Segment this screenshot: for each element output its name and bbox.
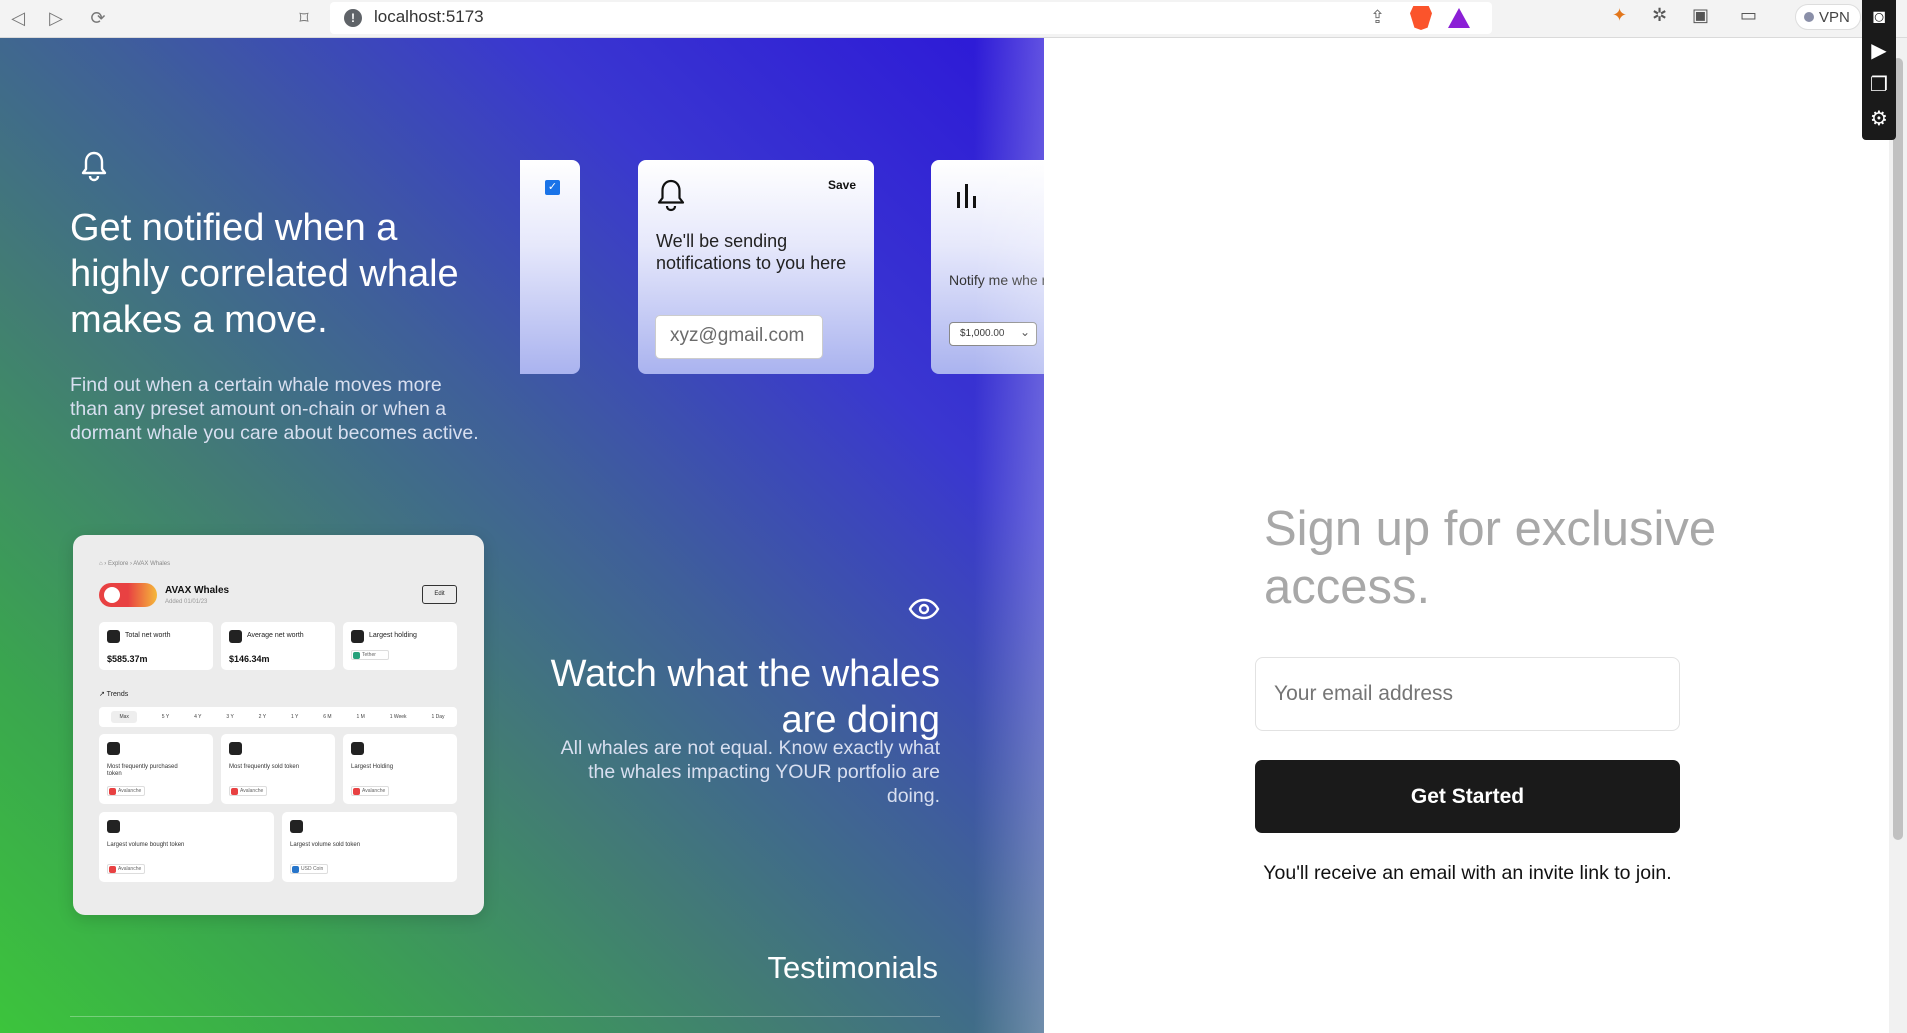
dashboard-subtitle: Added 01/01/23	[165, 599, 208, 605]
notification-text: We'll be sending notifications to you he…	[656, 231, 847, 273]
stat-card: Average net worth $146.34m	[221, 622, 335, 670]
notify-heading: Get notified when a highly correlated wh…	[70, 207, 459, 341]
back-icon[interactable]: ◁	[4, 4, 32, 32]
tile-tag: Avalanche	[107, 864, 145, 874]
gear-icon[interactable]: ⚙	[1862, 102, 1896, 136]
dashboard-title: AVAX Whales	[165, 585, 230, 596]
range-tab[interactable]: 1 Week	[390, 714, 407, 720]
camera-icon[interactable]: ◙	[1862, 0, 1896, 34]
stat-card: Total net worth $585.37m	[99, 622, 213, 670]
range-tab[interactable]: Max	[111, 711, 137, 723]
bell-icon	[657, 179, 685, 212]
tag-icon	[290, 820, 303, 833]
stat-tag: Tether	[351, 650, 389, 660]
address-bar[interactable]: ! localhost:5173 ⇪	[330, 2, 1492, 34]
range-tab[interactable]: 1 Day	[431, 714, 444, 720]
time-range-tabs: Max 5 Y 4 Y 3 Y 2 Y 1 Y 6 M 1 M 1 Week 1…	[99, 707, 457, 727]
breadcrumb: ⌂ › Explore › AVAX Whales	[99, 561, 171, 567]
brave-rewards-icon[interactable]	[1448, 8, 1470, 28]
stat-label: Total net worth	[125, 632, 171, 639]
site-info-icon[interactable]: !	[344, 9, 362, 27]
cart-icon	[107, 820, 120, 833]
watch-description: All whales are not equal. Know exactly w…	[560, 737, 940, 807]
sidebar-icon[interactable]: ▣	[1692, 5, 1709, 26]
trends-label: ↗ Trends	[99, 691, 129, 698]
save-button[interactable]: Save	[828, 178, 856, 192]
clock-icon	[107, 630, 120, 643]
range-tab[interactable]: 3 Y	[226, 714, 233, 720]
stat-label: Average net worth	[247, 632, 304, 639]
tile-label: Largest volume bought token	[107, 842, 185, 848]
range-tab[interactable]: 1 Y	[291, 714, 298, 720]
vpn-status-icon	[1804, 12, 1814, 22]
tile-tag: Avalanche	[351, 786, 389, 796]
windows-icon[interactable]: ❐	[1862, 68, 1896, 102]
panel-edge-fade	[974, 38, 1044, 1033]
page-scrollbar[interactable]	[1889, 38, 1907, 1033]
range-tab[interactable]: 1 M	[356, 714, 364, 720]
token-tile: Most frequently sold token Avalanche	[221, 734, 335, 804]
tile-tag: Avalanche	[229, 786, 267, 796]
reload-icon[interactable]: ⟳	[84, 4, 112, 32]
token-tile: Largest Holding Avalanche	[343, 734, 457, 804]
forward-icon[interactable]: ▷	[42, 4, 70, 32]
token-tile: Largest volume sold token USD Coin	[282, 812, 457, 882]
range-tab[interactable]: 6 M	[323, 714, 331, 720]
tile-label: Largest volume sold token	[290, 842, 361, 848]
tile-label: Largest Holding	[351, 764, 394, 770]
bookmark-icon[interactable]: ⌑	[290, 4, 318, 32]
range-tab[interactable]: 5 Y	[162, 714, 169, 720]
cart-icon	[107, 742, 120, 755]
notification-email-field[interactable]: xyz@gmail.com	[655, 315, 823, 359]
checkbox-icon: ✓	[545, 180, 560, 195]
address-text[interactable]: localhost:5173	[374, 7, 484, 27]
stat-value: $146.34m	[229, 654, 270, 664]
token-tile: Largest volume bought token Avalanche	[99, 812, 274, 882]
brave-shields-icon[interactable]	[1410, 6, 1432, 30]
range-tab[interactable]: 2 Y	[259, 714, 266, 720]
tile-tag: Avalanche	[107, 786, 145, 796]
notification-card: Save We'll be sending notifications to y…	[638, 160, 874, 374]
stat-value: $585.37m	[107, 654, 148, 664]
vpn-label: VPN	[1819, 8, 1850, 26]
email-field[interactable]	[1255, 657, 1680, 731]
edit-button[interactable]: Edit	[422, 585, 457, 604]
dashboard-preview: ⌂ › Explore › AVAX Whales AVAX Whales Ad…	[73, 535, 484, 915]
wallet-icon[interactable]: ▭	[1740, 5, 1757, 26]
get-started-button[interactable]: Get Started	[1255, 760, 1680, 833]
star-icon	[229, 630, 242, 643]
extensions-icon[interactable]: ✲	[1652, 5, 1667, 26]
signup-heading: Sign up for exclusive access.	[1264, 502, 1717, 614]
feature-card-partial: ✓	[520, 160, 580, 374]
signup-note: You'll receive an email with an invite l…	[1263, 862, 1672, 884]
range-tab[interactable]: 4 Y	[194, 714, 201, 720]
tile-label: Most frequently sold token	[229, 764, 300, 770]
share-icon[interactable]: ⇪	[1370, 7, 1385, 28]
avax-logo	[99, 583, 157, 607]
vpn-button[interactable]: VPN	[1795, 4, 1861, 30]
tile-label: Most frequently purchased token	[107, 764, 178, 777]
video-icon[interactable]: ▶	[1862, 34, 1896, 68]
scrollbar-thumb[interactable]	[1893, 58, 1903, 840]
eye-icon	[908, 598, 940, 620]
tag-icon	[229, 742, 242, 755]
stat-label: Largest holding	[369, 632, 417, 639]
capture-toolbar: ◙ ▶ ❐ ⚙	[1862, 0, 1896, 140]
tile-tag: USD Coin	[290, 864, 328, 874]
watch-heading: Watch what the whales are doing	[550, 653, 940, 741]
metamask-icon[interactable]: ✦	[1612, 5, 1627, 26]
notify-description: Find out when a certain whale moves more…	[70, 374, 479, 444]
bell-icon	[81, 151, 107, 182]
browser-toolbar: ◁ ▷ ⟳ ⌑ ! localhost:5173 ⇪ ✦ ✲ ▣ ▭ VPN	[0, 0, 1907, 38]
wallet-icon	[351, 742, 364, 755]
testimonials-heading: Testimonials	[767, 950, 938, 985]
features-panel: Get notified when a highly correlated wh…	[0, 38, 1044, 1033]
stat-card: Largest holding Tether	[343, 622, 457, 670]
trophy-icon	[351, 630, 364, 643]
token-tile: Most frequently purchased token Avalanch…	[99, 734, 213, 804]
section-divider	[70, 1016, 940, 1017]
